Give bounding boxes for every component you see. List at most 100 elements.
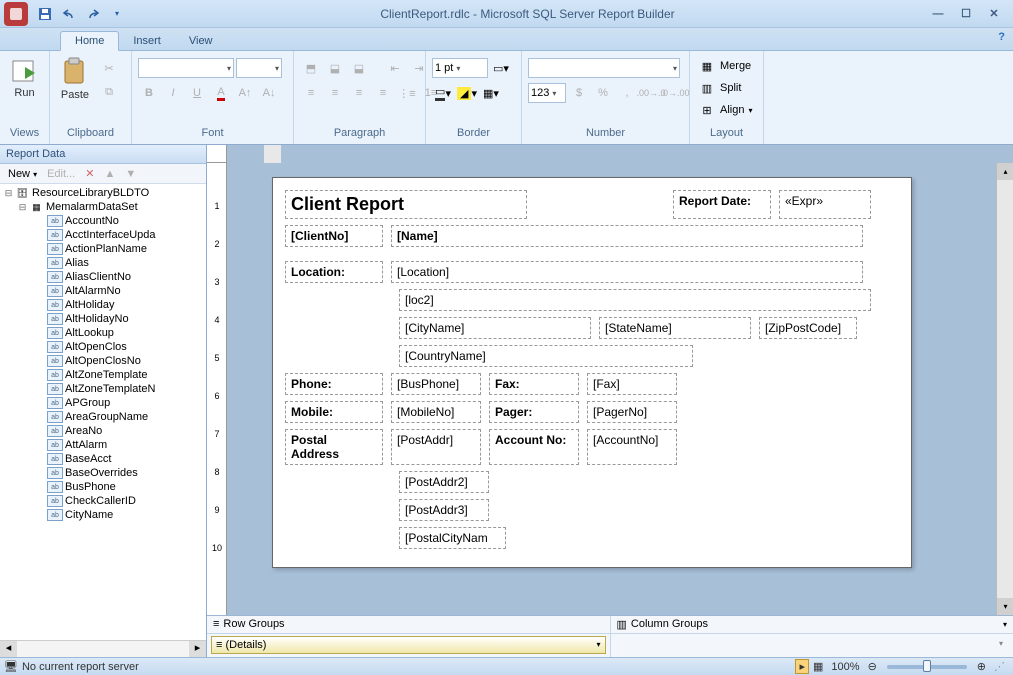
tree-field[interactable]: abBusPhone xyxy=(0,480,206,494)
app-icon[interactable] xyxy=(4,2,28,26)
new-button[interactable]: New ▾ xyxy=(4,167,41,181)
comma-icon[interactable]: , xyxy=(616,82,638,104)
report-page[interactable]: Client Report Report Date: «Expr» [Clien… xyxy=(272,177,912,568)
tree-field[interactable]: abAltHolidayNo xyxy=(0,312,206,326)
paste-button[interactable]: Paste xyxy=(56,53,94,105)
city-field[interactable]: [CityName] xyxy=(399,317,591,339)
preview-view-icon[interactable]: ▦ xyxy=(809,660,827,673)
delete-icon[interactable]: ✕ xyxy=(81,166,98,181)
justify-icon[interactable]: ≡ xyxy=(372,82,394,104)
border-preset-icon[interactable]: ▦▾ xyxy=(480,82,502,104)
tree-hscrollbar[interactable]: ◂▸ xyxy=(0,640,206,657)
undo-icon[interactable] xyxy=(58,4,80,24)
underline-icon[interactable]: U xyxy=(186,82,208,104)
scroll-left-icon[interactable]: ◂ xyxy=(0,641,17,657)
reportdate-expr[interactable]: «Expr» xyxy=(779,190,871,219)
tree-field[interactable]: abAreaGroupName xyxy=(0,410,206,424)
tab-view[interactable]: View xyxy=(175,32,227,50)
move-up-icon[interactable]: ▲ xyxy=(100,167,119,181)
column-groups-header[interactable]: ▥Column Groups▾ xyxy=(610,616,1013,633)
tree-field[interactable]: abAltZoneTemplate xyxy=(0,368,206,382)
italic-icon[interactable]: I xyxy=(162,82,184,104)
run-button[interactable]: Run xyxy=(6,53,43,103)
font-color-icon[interactable]: A xyxy=(210,82,232,104)
cut-icon[interactable]: ✂ xyxy=(98,57,120,79)
merge-button[interactable]: ▦Merge xyxy=(696,55,751,77)
fax-field[interactable]: [Fax] xyxy=(587,373,677,395)
tree-field[interactable]: abAliasClientNo xyxy=(0,270,206,284)
pager-field[interactable]: [PagerNo] xyxy=(587,401,677,423)
tree-field[interactable]: abActionPlanName xyxy=(0,242,206,256)
scroll-down-icon[interactable]: ▾ xyxy=(997,598,1013,615)
row-groups-header[interactable]: ≡Row Groups xyxy=(207,616,610,633)
accountno-field[interactable]: [AccountNo] xyxy=(587,429,677,465)
help-icon[interactable]: ? xyxy=(998,31,1005,43)
tree-field[interactable]: abCheckCallerID xyxy=(0,494,206,508)
tree-field[interactable]: abAccountNo xyxy=(0,214,206,228)
zip-field[interactable]: [ZipPostCode] xyxy=(759,317,857,339)
currency-icon[interactable]: $ xyxy=(568,82,590,104)
tree-field[interactable]: abAlias xyxy=(0,256,206,270)
align-right-icon[interactable]: ≡ xyxy=(348,82,370,104)
save-icon[interactable] xyxy=(34,4,56,24)
reportdate-label[interactable]: Report Date: xyxy=(673,190,771,219)
grow-font-icon[interactable]: A↑ xyxy=(234,82,256,104)
mobile-label[interactable]: Mobile: xyxy=(285,401,383,423)
state-field[interactable]: [StateName] xyxy=(599,317,751,339)
percent-icon[interactable]: % xyxy=(592,82,614,104)
postalcity-field[interactable]: [PostalCityNam xyxy=(399,527,506,549)
align-left-icon[interactable]: ≡ xyxy=(300,82,322,104)
clientno-cell[interactable]: [ClientNo] xyxy=(285,225,383,247)
zoom-level[interactable]: 100% xyxy=(827,661,863,673)
tree-field[interactable]: abAltAlarmNo xyxy=(0,284,206,298)
tree-field[interactable]: abCityName xyxy=(0,508,206,522)
number-style-combo[interactable]: 123▾ xyxy=(528,83,566,103)
tree-field[interactable]: abBaseOverrides xyxy=(0,466,206,480)
canvas-vscrollbar[interactable]: ▴ ▾ xyxy=(996,163,1013,615)
location-field[interactable]: [Location] xyxy=(391,261,863,283)
mobile-field[interactable]: [MobileNo] xyxy=(391,401,481,423)
postaddr2-field[interactable]: [PostAddr2] xyxy=(399,471,489,493)
country-field[interactable]: [CountryName] xyxy=(399,345,693,367)
align-middle-icon[interactable]: ⬓ xyxy=(324,57,346,79)
tree-field[interactable]: abAreaNo xyxy=(0,424,206,438)
decrease-decimal-icon[interactable]: .0→.00 xyxy=(664,82,686,104)
postaddr-field[interactable]: [PostAddr] xyxy=(391,429,481,465)
tree-field[interactable]: abAltOpenClosNo xyxy=(0,354,206,368)
minimize-button[interactable]: — xyxy=(927,5,949,23)
resize-grip-icon[interactable]: ⋰ xyxy=(990,660,1009,673)
accountno-label[interactable]: Account No: xyxy=(489,429,579,465)
pager-label[interactable]: Pager: xyxy=(489,401,579,423)
design-view-icon[interactable]: ▸ xyxy=(795,659,809,674)
tab-insert[interactable]: Insert xyxy=(119,32,175,50)
align-button[interactable]: ⊞Align▾ xyxy=(696,99,752,121)
postaddr3-field[interactable]: [PostAddr3] xyxy=(399,499,489,521)
postal-label[interactable]: Postal Address xyxy=(285,429,383,465)
fill-color-icon[interactable]: ◢▾ xyxy=(456,82,478,104)
zoom-in-icon[interactable]: ⊕ xyxy=(973,660,990,673)
canvas[interactable]: Client Report Report Date: «Expr» [Clien… xyxy=(227,163,996,615)
tree-field[interactable]: abAttAlarm xyxy=(0,438,206,452)
split-button[interactable]: ▥Split xyxy=(696,77,741,99)
edit-button[interactable]: Edit... xyxy=(43,167,79,181)
details-group[interactable]: ≡ (Details)▾ xyxy=(211,636,606,654)
fields-tree[interactable]: ⊟🗄ResourceLibraryBLDTO⊟▦MemalarmDataSeta… xyxy=(0,184,206,640)
align-bottom-icon[interactable]: ⬓ xyxy=(348,57,370,79)
bold-icon[interactable]: B xyxy=(138,82,160,104)
zoom-slider[interactable] xyxy=(887,665,967,669)
loc2-field[interactable]: [loc2] xyxy=(399,289,871,311)
tree-field[interactable]: abAltOpenClos xyxy=(0,340,206,354)
tree-field[interactable]: abAltLookup xyxy=(0,326,206,340)
font-name-combo[interactable]: ▾ xyxy=(138,58,234,78)
tree-root[interactable]: ⊟🗄ResourceLibraryBLDTO xyxy=(0,186,206,200)
close-button[interactable]: ✕ xyxy=(983,5,1005,23)
tree-dataset[interactable]: ⊟▦MemalarmDataSet xyxy=(0,200,206,214)
decrease-indent-icon[interactable]: ⇤ xyxy=(384,57,406,79)
align-center-icon[interactable]: ≡ xyxy=(324,82,346,104)
tree-field[interactable]: abBaseAcct xyxy=(0,452,206,466)
tree-field[interactable]: abAcctInterfaceUpda xyxy=(0,228,206,242)
location-label[interactable]: Location: xyxy=(285,261,383,283)
phone-label[interactable]: Phone: xyxy=(285,373,383,395)
tree-field[interactable]: abAltZoneTemplateN xyxy=(0,382,206,396)
align-top-icon[interactable]: ⬒ xyxy=(300,57,322,79)
